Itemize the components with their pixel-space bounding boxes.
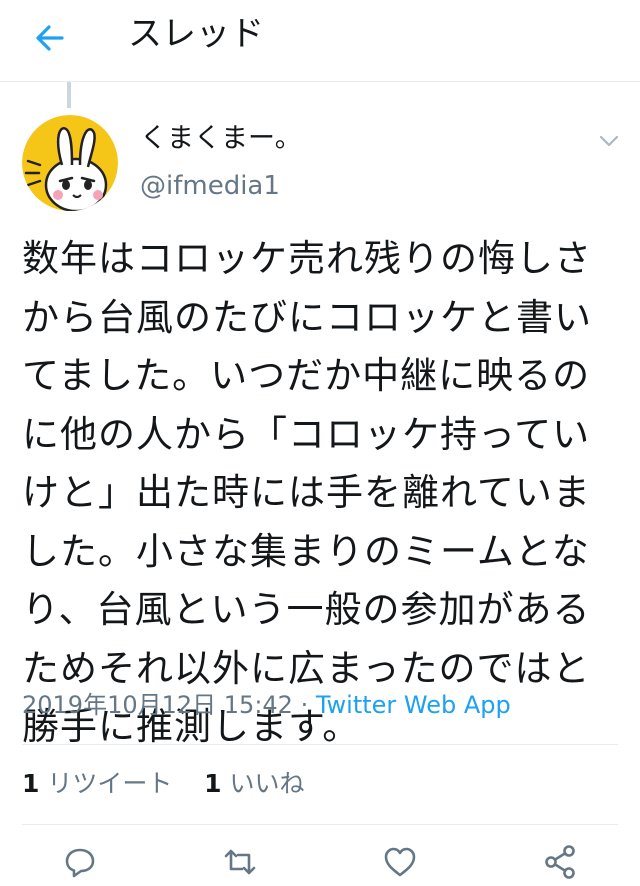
meta-separator: ·	[292, 691, 316, 719]
tweet-text-line: した。小さな集まりのミームとな	[22, 529, 590, 573]
back-arrow-icon	[36, 25, 64, 51]
chevron-down-icon	[599, 135, 619, 147]
source-link[interactable]: Twitter Web App	[316, 691, 511, 719]
tweet-text-line: 数年はコロッケ売れ残りの悔しさ	[22, 237, 592, 280]
rabbit-avatar-image	[22, 115, 118, 211]
thread-connector-line	[67, 82, 71, 108]
tweet-text-line: けと」出た時には手を離れていま	[22, 471, 591, 514]
avatar[interactable]	[22, 115, 118, 211]
reply-icon	[65, 848, 95, 878]
like-count: 1	[204, 769, 222, 798]
tweet-text-line: に他の人から「コロッケ持ってい	[22, 412, 591, 456]
retweet-button[interactable]	[222, 844, 258, 880]
tweet-text-line: てました。いつだか中継に映るの	[22, 354, 591, 397]
user-handle[interactable]: @ifmedia1	[140, 170, 280, 202]
tweet-text-line: から台風のたびにコロッケと書い	[22, 295, 592, 339]
like-label: いいね	[229, 769, 305, 798]
page-title: スレッド	[128, 14, 264, 54]
divider	[22, 744, 618, 745]
tweet-text-line: り、台風という一般の参加がある	[22, 588, 591, 631]
share-icon	[545, 845, 575, 879]
retweet-icon	[224, 849, 256, 875]
like-icon	[384, 847, 416, 877]
retweet-count: 1	[22, 769, 40, 798]
top-bar: スレッド	[0, 0, 640, 82]
tweet-text: 数年はコロッケ売れ残りの悔しさ から台風のたびにコロッケと書い てました。いつだ…	[22, 230, 622, 757]
retweet-label: リツイート	[47, 769, 173, 798]
action-bar	[0, 842, 640, 886]
timestamp: 2019年10月12日 15:42	[22, 691, 293, 719]
divider	[22, 824, 618, 825]
display-name[interactable]: くまくまー。	[140, 122, 302, 156]
back-button[interactable]	[30, 18, 70, 58]
share-button[interactable]	[542, 844, 578, 880]
tweet-meta: 2019年10月12日 15:42 · Twitter Web App	[22, 688, 511, 722]
like-button[interactable]	[382, 844, 418, 880]
engagement-stats: 1 リツイート 1 いいね	[22, 767, 305, 801]
retweet-stat[interactable]: 1 リツイート	[22, 769, 172, 798]
reply-button[interactable]	[62, 844, 98, 880]
like-stat[interactable]: 1 いいね	[204, 769, 304, 798]
tweet-options-button[interactable]	[596, 128, 622, 154]
